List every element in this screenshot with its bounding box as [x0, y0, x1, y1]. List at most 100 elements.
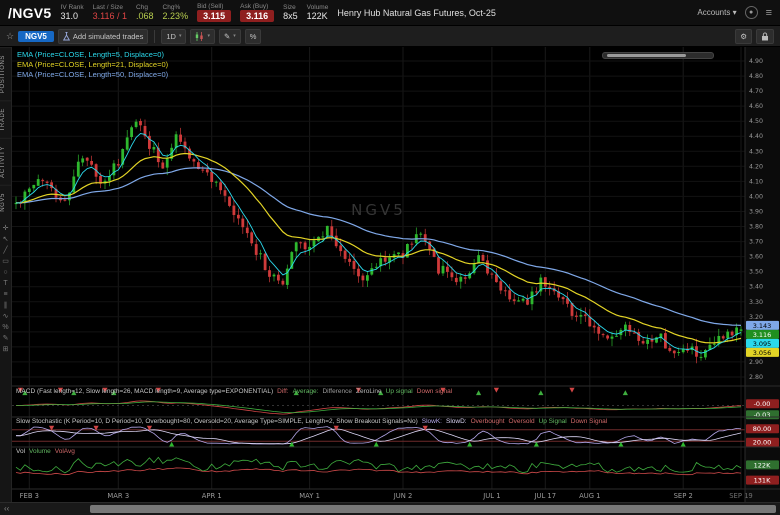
time-scrollbar-thumb[interactable] [90, 505, 776, 513]
volume-field: Volume 122K [307, 4, 329, 22]
bid-button[interactable]: 3.115 [197, 10, 231, 22]
chevron-down-icon: ▾ [179, 33, 182, 39]
svg-text:20.00: 20.00 [753, 439, 772, 447]
settings-button[interactable]: ⚙ [735, 29, 752, 44]
svg-text:2.90: 2.90 [749, 359, 763, 366]
crosshair-icon[interactable]: ✛ [0, 223, 11, 234]
svg-text:4.70: 4.70 [749, 88, 763, 95]
ask-button[interactable]: 3.116 [240, 10, 274, 22]
chgpct-label: Chg% [163, 4, 189, 11]
svg-text:3.143: 3.143 [753, 322, 772, 330]
rect-icon[interactable]: ▭ [0, 256, 11, 267]
chgpct-value: 2.23% [163, 11, 189, 21]
iv-rank-label: IV Rank [61, 4, 84, 11]
channel-icon[interactable]: ∥ [0, 300, 11, 311]
toolbar-divider [154, 30, 155, 43]
svg-text:4.80: 4.80 [749, 73, 763, 80]
scroll-left-icon[interactable]: ‹‹ [4, 504, 9, 513]
cursor-icon[interactable]: ↖ [0, 234, 11, 245]
time-scrollbar[interactable]: ‹‹ [0, 502, 780, 515]
drawing-tool-palette: ✛↖╱▭○T≡∥∿%✎⊞ [0, 223, 11, 355]
chart-style-dropdown[interactable]: ▾ [190, 29, 215, 44]
svg-text:-0.03: -0.03 [754, 411, 771, 419]
svg-text:122K: 122K [754, 461, 771, 469]
add-simulated-trades-button[interactable]: Add simulated trades [58, 29, 148, 44]
left-gadget-strip: POSITIONS TRADE ACTIVITY NGV5 ✛↖╱▭○T≡∥∿%… [0, 47, 12, 502]
chart-canvas[interactable]: FEB 3 MAR 3 APR 1 MAY 1 JUN 2 JUL 1 JUL 17 AUG … [12, 47, 780, 502]
text-icon[interactable]: T [0, 278, 11, 289]
svg-text:FEB 3: FEB 3 [20, 492, 39, 500]
svg-text:3.40: 3.40 [749, 284, 763, 291]
symbol-title: /NGV5 [8, 5, 52, 21]
svg-text:APR 1: APR 1 [202, 492, 222, 500]
menu-icon[interactable]: ≡ [766, 7, 772, 19]
candlestick-icon [195, 32, 204, 41]
chart-region: FEB 3 MAR 3 APR 1 MAY 1 JUN 2 JUL 1 JUL 17 AUG … [12, 47, 780, 502]
gear-icon: ⚙ [740, 32, 747, 41]
wave-icon[interactable]: ∿ [0, 311, 11, 322]
svg-text:3.116: 3.116 [753, 331, 772, 339]
symbol-chip[interactable]: NGV5 [18, 31, 54, 42]
fib-icon[interactable]: ≡ [0, 289, 11, 300]
svg-text:JUN 2: JUN 2 [393, 492, 413, 500]
sidebar-tab-trade[interactable]: TRADE [0, 100, 11, 138]
chgpct-field: Chg% 2.23% [163, 4, 189, 22]
contract-description: Henry Hub Natural Gas Futures, Oct-25 [337, 8, 496, 18]
size-value: 8x5 [283, 11, 298, 21]
svg-text:JUL 1: JUL 1 [482, 492, 500, 500]
chevron-down-icon: ▾ [233, 33, 236, 39]
sidebar-tab-symbol[interactable]: NGV5 [0, 185, 11, 219]
svg-text:SEP 2: SEP 2 [674, 492, 693, 500]
volume-value: 122K [307, 11, 329, 21]
user-icon[interactable]: ● [745, 6, 758, 19]
lock-button[interactable] [756, 29, 774, 44]
scrollbar-thumb[interactable] [607, 54, 686, 57]
svg-text:3.90: 3.90 [749, 209, 763, 216]
svg-text:3.20: 3.20 [749, 314, 763, 321]
size-label: Size [283, 4, 298, 11]
padlock-icon [761, 32, 769, 41]
ask-field: Ask (Buy) 3.116 [240, 3, 274, 23]
chg-label: Chg [136, 4, 154, 11]
grid-icon[interactable]: ⊞ [0, 344, 11, 355]
ask-label: Ask (Buy) [240, 3, 274, 10]
svg-text:-0.00: -0.00 [754, 400, 771, 408]
percent-icon[interactable]: % [0, 322, 11, 333]
svg-text:80.00: 80.00 [753, 425, 772, 433]
svg-text:3.70: 3.70 [749, 239, 763, 246]
svg-text:JUL 17: JUL 17 [534, 492, 557, 500]
accounts-dropdown[interactable]: Accounts ▾ [697, 8, 736, 17]
svg-text:4.20: 4.20 [749, 163, 763, 170]
timeframe-dropdown[interactable]: 1D▾ [161, 29, 186, 44]
drawings-dropdown[interactable]: ✎▾ [219, 29, 241, 44]
percent-scale-button[interactable]: % [245, 29, 262, 44]
circle-icon[interactable]: ○ [0, 267, 11, 278]
bid-label: Bid (Sell) [197, 3, 231, 10]
svg-text:4.60: 4.60 [749, 103, 763, 110]
svg-text:MAY 1: MAY 1 [299, 492, 320, 500]
note-icon[interactable]: ✎ [0, 333, 11, 344]
svg-text:MAR 3: MAR 3 [107, 492, 129, 500]
svg-text:3.30: 3.30 [749, 299, 763, 306]
svg-text:4.00: 4.00 [749, 193, 763, 200]
chart-toolbar: ☆ NGV5 Add simulated trades 1D▾ ▾ ✎▾ % ⚙ [0, 26, 780, 47]
chg-value: .068 [136, 11, 154, 21]
sidebar-tab-activity[interactable]: ACTIVITY [0, 138, 11, 185]
svg-text:3.60: 3.60 [749, 254, 763, 261]
last-size-label: Last / Size [93, 4, 127, 11]
svg-text:2.80: 2.80 [749, 374, 763, 381]
bid-field: Bid (Sell) 3.115 [197, 3, 231, 23]
svg-text:4.90: 4.90 [749, 58, 763, 65]
sidebar-tab-positions[interactable]: POSITIONS [0, 47, 11, 100]
svg-text:131K: 131K [754, 477, 771, 485]
svg-text:NGV5: NGV5 [351, 201, 406, 219]
volume-label: Volume [307, 4, 329, 11]
svg-text:3.80: 3.80 [749, 224, 763, 231]
svg-text:3.095: 3.095 [753, 340, 772, 348]
svg-text:4.10: 4.10 [749, 178, 763, 185]
favorite-icon[interactable]: ☆ [6, 31, 14, 42]
svg-text:AUG 1: AUG 1 [579, 492, 600, 500]
trendline-icon[interactable]: ╱ [0, 245, 11, 256]
flask-icon [63, 32, 70, 41]
chart-zoom-scrollbar[interactable] [602, 52, 714, 59]
